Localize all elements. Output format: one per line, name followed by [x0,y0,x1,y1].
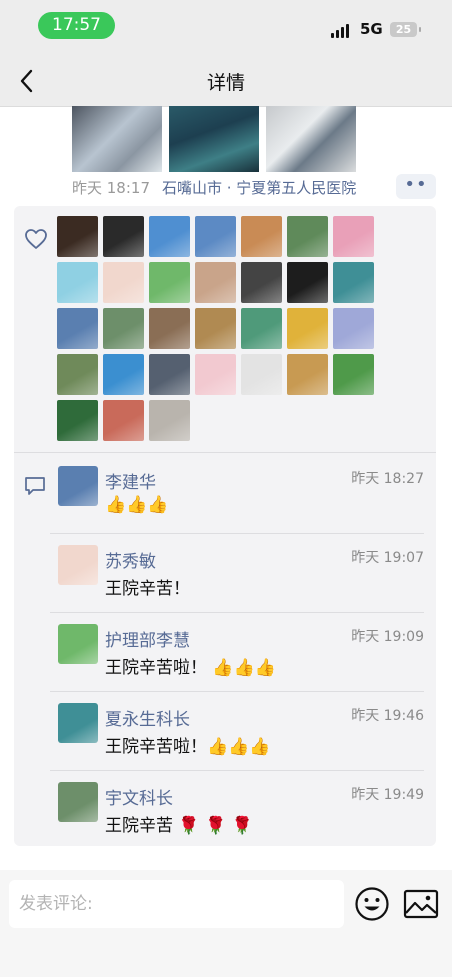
like-avatar[interactable] [149,216,190,257]
comment-time: 昨天 19:09 [351,629,424,645]
comment-item[interactable]: 苏秀敏 昨天 19:07 王院辛苦！ [50,535,424,613]
like-avatar[interactable] [287,262,328,303]
comment-input[interactable] [9,880,339,928]
comment-text: 王院辛苦！ [105,579,190,599]
like-avatar[interactable] [195,262,236,303]
comment-time: 昨天 18:27 [351,471,424,487]
comment-avatar[interactable] [58,624,98,664]
post-location[interactable]: 石嘴山市 · 宁夏第五人民医院 [162,177,356,198]
post-photo[interactable] [72,106,162,172]
post-time: 昨天 18:17 [72,179,150,197]
comment-text: 王院辛苦啦！ 👍👍👍 [105,658,276,678]
like-avatar[interactable] [333,354,374,395]
comment-avatar[interactable] [58,466,98,506]
like-avatar[interactable] [149,308,190,349]
like-avatar[interactable] [241,354,282,395]
like-avatar[interactable] [149,400,190,441]
like-avatar[interactable] [333,216,374,257]
comment-divider [50,770,424,771]
comment-avatar[interactable] [58,782,98,822]
comment-divider [50,612,424,613]
comment-input-box[interactable] [9,880,344,928]
more-options-button[interactable]: •• [396,174,436,199]
like-avatar[interactable] [287,354,328,395]
comment-author[interactable]: 护理部李慧 [105,626,190,651]
status-bar: 17:57 5G 25 [0,0,452,56]
like-avatar[interactable] [57,308,98,349]
like-avatar[interactable] [241,262,282,303]
comment-avatar[interactable] [58,703,98,743]
like-avatar[interactable] [195,354,236,395]
comment-text: 👍👍👍 [105,495,169,515]
comment-avatar[interactable] [58,545,98,585]
like-avatar[interactable] [149,354,190,395]
comment-author[interactable]: 苏秀敏 [105,547,156,572]
like-avatar[interactable] [103,308,144,349]
like-avatar[interactable] [195,308,236,349]
comment-divider [50,533,424,534]
like-avatar[interactable] [333,262,374,303]
page-title: 详情 [206,72,245,94]
like-avatar[interactable] [195,216,236,257]
comment-time: 昨天 19:49 [351,787,424,803]
comment-item[interactable]: 李建华 昨天 18:27 👍👍👍 [50,456,424,534]
post-photo[interactable] [266,106,356,172]
comment-time: 昨天 19:07 [351,550,424,566]
like-avatar[interactable] [103,400,144,441]
like-avatar[interactable] [103,354,144,395]
like-avatar[interactable] [241,308,282,349]
like-avatar[interactable] [103,216,144,257]
status-time: 17:57 [38,12,115,39]
like-avatar[interactable] [57,262,98,303]
comment-divider [50,691,424,692]
comment-text: 王院辛苦 🌹 🌹 🌹 [105,816,253,836]
post-photo[interactable] [169,106,259,172]
battery-icon: 25 [390,22,421,37]
comment-item[interactable]: 夏永生科长 昨天 19:46 王院辛苦啦！👍👍👍 [50,693,424,771]
emoji-icon[interactable] [354,886,390,922]
comment-item[interactable]: 宇文科长 昨天 19:49 王院辛苦 🌹 🌹 🌹 [56,772,424,850]
comment-author[interactable]: 宇文科长 [105,784,173,809]
comment-time: 昨天 19:46 [351,708,424,724]
nav-bar: 详情 [0,56,452,107]
like-avatar[interactable] [103,262,144,303]
like-avatar[interactable] [241,216,282,257]
network-label: 5G [360,20,383,38]
like-avatar[interactable] [57,400,98,441]
image-icon[interactable] [403,888,439,920]
likes-avatar-grid [57,216,387,441]
comment-item[interactable]: 护理部李慧 昨天 19:09 王院辛苦啦！ 👍👍👍 [50,614,424,692]
like-avatar[interactable] [149,262,190,303]
like-avatar[interactable] [57,354,98,395]
signal-icon [331,24,349,38]
like-avatar[interactable] [57,216,98,257]
like-avatar[interactable] [333,308,374,349]
like-avatar[interactable] [287,308,328,349]
heart-icon [25,229,47,249]
comment-text: 王院辛苦啦！👍👍👍 [105,737,271,757]
comment-author[interactable]: 李建华 [105,468,156,493]
like-avatar[interactable] [287,216,328,257]
comment-icon [25,477,45,495]
comment-author[interactable]: 夏永生科长 [105,705,190,730]
panel-divider [14,452,436,453]
